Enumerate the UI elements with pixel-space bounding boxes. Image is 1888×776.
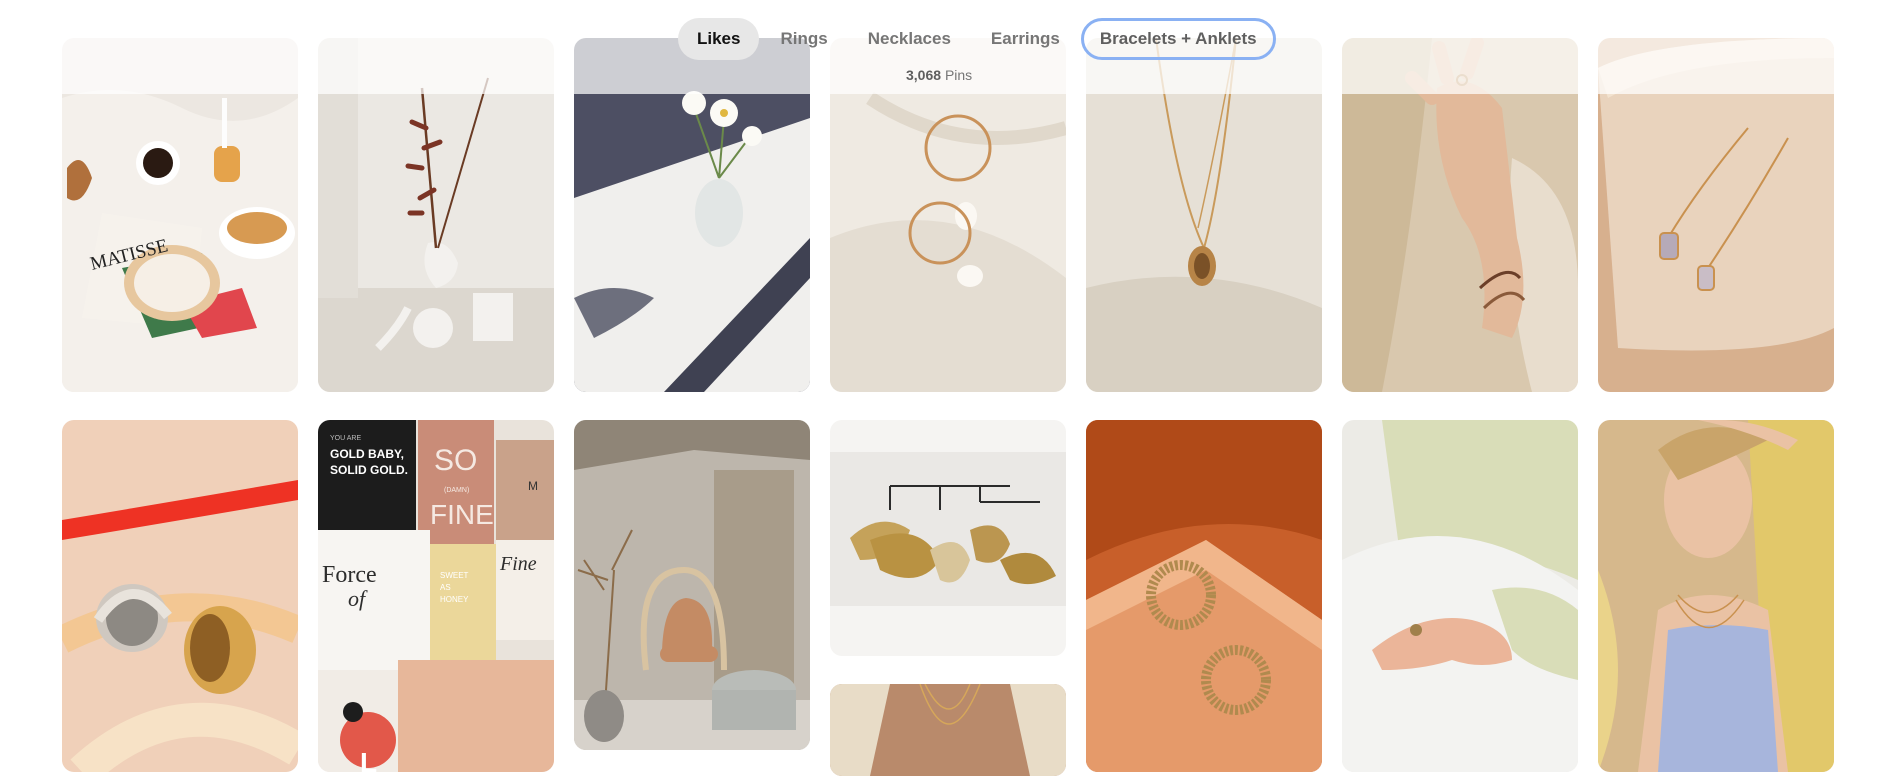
pin-brass-mobile[interactable] [830, 420, 1066, 656]
pin-image [1598, 420, 1834, 772]
pin-image [830, 684, 1066, 776]
pin-text: SOLID GOLD. [330, 463, 408, 477]
pin-count: 3,068 Pins [906, 67, 972, 83]
pin-text: L [360, 747, 377, 772]
pin-image [1342, 420, 1578, 772]
pin-text: GOLD BABY, [330, 447, 404, 461]
pin-woman-sun-necklace[interactable] [1598, 420, 1834, 772]
pin-text: HONEY [440, 595, 469, 604]
board-section-tabs: Likes Rings Necklaces Earrings Bracelets… [678, 16, 1278, 62]
pin-ribbed-hoops-terracotta[interactable] [1086, 420, 1322, 772]
pin-text: Fine [499, 553, 537, 575]
tab-bracelets-anklets[interactable]: Bracelets + Anklets [1080, 18, 1276, 60]
tab-necklaces[interactable]: Necklaces [849, 18, 970, 60]
pin-hand-ring-knit[interactable] [1342, 420, 1578, 772]
pin-image: YOU ARE GOLD BABY, SOLID GOLD. SO (DAMN)… [318, 420, 554, 772]
pin-text: Force [322, 562, 377, 588]
pin-text: SO [434, 444, 477, 477]
pin-text: YOU ARE [330, 435, 361, 442]
pin-count-unit: Pins [944, 67, 973, 83]
pin-image [830, 420, 1066, 656]
tab-rings[interactable]: Rings [761, 18, 846, 60]
pin-gold-cuffs[interactable] [62, 420, 298, 772]
pin-text: FINE [430, 499, 494, 530]
pin-text: AS [440, 583, 451, 592]
pin-text: of [348, 586, 368, 611]
pin-count-value: 3,068 [906, 67, 942, 83]
pin-text: M [528, 479, 538, 493]
tab-earrings[interactable]: Earrings [972, 18, 1079, 60]
pin-interior-chair[interactable] [574, 420, 810, 750]
pin-image [574, 420, 810, 750]
pin-text: (DAMN) [444, 487, 469, 494]
pin-gold-baby-moodboard[interactable]: YOU ARE GOLD BABY, SOLID GOLD. SO (DAMN)… [318, 420, 554, 772]
tab-likes[interactable]: Likes [678, 18, 760, 60]
pin-layered-necklaces[interactable] [830, 684, 1066, 776]
pin-image [1086, 420, 1322, 772]
pin-text: SWEET [440, 571, 469, 580]
pin-image [62, 420, 298, 772]
